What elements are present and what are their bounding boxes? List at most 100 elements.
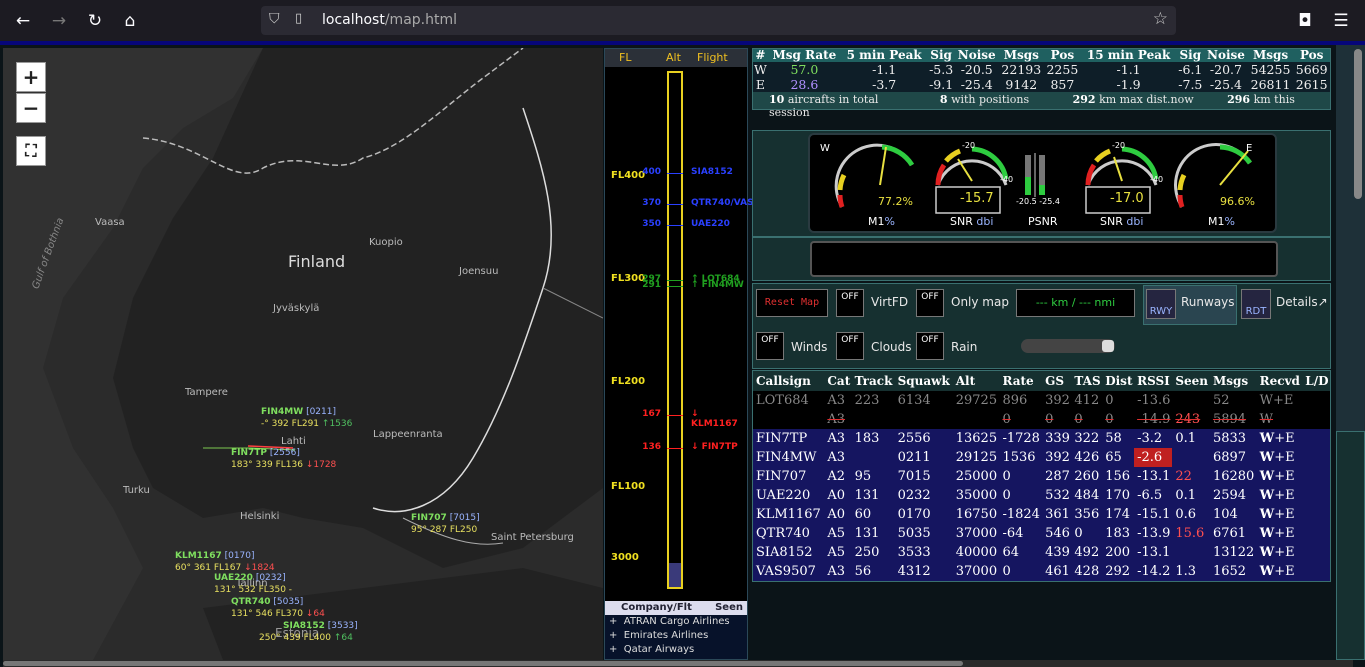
table-row[interactable]: LOT684 A3 223 6134 29725 896 392 412 0 -13.6 52 W+E xyxy=(753,391,1330,410)
right-panel: # Msg Rate 5 min Peak Sig Noise Msgs Pos 15 min… xyxy=(752,48,1331,119)
altitude-flight[interactable]: ↓ FIN7TP xyxy=(691,442,738,452)
table-cell: 0 xyxy=(999,410,1043,429)
only-map-toggle[interactable]: OFF xyxy=(916,289,944,317)
table-row[interactable]: FIN7TP A3 183 2556 13625 -1728 339 322 58 -3.2 0.1… xyxy=(753,429,1330,448)
table-cell: 392 xyxy=(1042,448,1072,467)
table-cell: A0 xyxy=(824,505,852,524)
table-cell: 1536 xyxy=(999,448,1043,467)
table-cell: 896 xyxy=(999,391,1043,410)
table-cell: 200 xyxy=(1102,543,1135,562)
table-cell: 0 xyxy=(1071,410,1103,429)
table-row[interactable]: A3 0 0 0 0 -14.9 243 5894 W xyxy=(753,410,1330,429)
table-row[interactable]: FIN4MW A3 0211 29125 1536 392 426 65 -2.6 6897 W+E xyxy=(753,448,1330,467)
zoom-in-button[interactable]: + xyxy=(16,62,46,92)
table-cell: 243 xyxy=(1172,410,1210,429)
rdt-button[interactable]: RDT xyxy=(1241,289,1271,319)
aircraft-table-header[interactable]: TAS xyxy=(1071,371,1103,391)
aircraft-table-header[interactable]: Dist xyxy=(1102,371,1135,391)
winds-toggle[interactable]: OFF xyxy=(756,332,784,360)
table-cell: 0 xyxy=(1071,524,1103,543)
altitude-flight[interactable]: ↓ KLM1167 xyxy=(691,409,747,429)
table-cell: -14.9 xyxy=(1134,410,1173,429)
table-cell: 35000 xyxy=(952,486,1000,505)
zoom-out-button[interactable]: − xyxy=(16,93,46,123)
stats-cell: -25.4 xyxy=(1209,77,1242,92)
rain-toggle[interactable]: OFF xyxy=(916,332,944,360)
altitude-flight[interactable]: SIA8152 xyxy=(691,167,733,177)
altitude-tick xyxy=(667,280,683,282)
reload-icon[interactable]: ↻ xyxy=(82,8,108,34)
company-row[interactable]: + ATRAN Cargo Airlines xyxy=(605,615,747,629)
table-cell: 260 xyxy=(1071,467,1103,486)
aircraft-label[interactable]: QTR740 [5035] 131° 546 FL370 ↓64 xyxy=(231,596,325,620)
psnr-values: -20.5 -25.4 xyxy=(1016,197,1060,206)
table-row[interactable]: VAS9507 A3 56 4312 37000 0 461 428 292 -14.2 1.3 16… xyxy=(753,562,1330,581)
rain-slider[interactable] xyxy=(1021,339,1115,353)
back-icon[interactable]: ← xyxy=(10,8,36,34)
table-cell: -2.6 xyxy=(1134,448,1173,467)
aircraft-table-header[interactable]: Squawk xyxy=(894,371,953,391)
pocket-icon[interactable]: ◘ xyxy=(1292,8,1318,34)
bookmark-star-icon[interactable]: ☆ xyxy=(1153,9,1168,29)
table-cell: -13.1 xyxy=(1134,467,1173,486)
table-cell xyxy=(1172,543,1210,562)
aircraft-table-header[interactable]: RSSI xyxy=(1134,371,1173,391)
signal-meters: W E 77.2% 96.6% M1% M1% -15.7 -17.0 SNR … xyxy=(808,133,1277,233)
table-row[interactable]: UAE220 A0 131 0232 35000 0 532 484 170 -6.5 0.1 259… xyxy=(753,486,1330,505)
aircraft-table-header[interactable]: Msgs xyxy=(1209,371,1257,391)
rwy-button[interactable]: RWY xyxy=(1146,289,1176,319)
aircraft-table-header[interactable]: Seen xyxy=(1172,371,1210,391)
altitude-flight[interactable]: UAE220 xyxy=(691,219,730,229)
aircraft-label[interactable]: SIA8152 [3533] 250° 439 FL400 ↑64 xyxy=(259,620,358,644)
table-cell: 183 xyxy=(851,429,895,448)
reset-map-button[interactable]: Reset Map xyxy=(756,289,828,317)
table-row[interactable]: SIA8152 A5 250 3533 40000 64 439 492 200 -13.1 131… xyxy=(753,543,1330,562)
aircraft-label[interactable]: KLM1167 [0170] 60° 361 FL167 ↓1824 xyxy=(175,550,275,574)
country-label: Finland xyxy=(288,252,346,271)
table-cell: 461 xyxy=(1042,562,1072,581)
clouds-toggle[interactable]: OFF xyxy=(836,332,864,360)
table-cell xyxy=(1302,524,1330,543)
rain-slider-thumb[interactable] xyxy=(1102,340,1114,352)
stats-cell: 5669 xyxy=(1295,62,1328,77)
company-row[interactable]: + Emirates Airlines xyxy=(605,629,747,643)
aircraft-table-header[interactable]: GS xyxy=(1042,371,1072,391)
table-row[interactable]: QTR740 A5 131 5035 37000 -64 546 0 183 -13.9 15.6 6… xyxy=(753,524,1330,543)
table-cell: VAS9507 xyxy=(753,562,825,581)
aircraft-label[interactable]: FIN7TP [2556] 183° 339 FL136 ↓1728 xyxy=(231,447,336,471)
aircraft-table-header[interactable]: Recvd xyxy=(1256,371,1303,391)
menu-icon[interactable]: ☰ xyxy=(1328,8,1354,34)
stats-header: 15 min Peak xyxy=(1080,49,1177,62)
aircraft-table-header[interactable]: Track xyxy=(851,371,895,391)
fullscreen-icon[interactable]: ⛶ xyxy=(16,136,46,166)
aircraft-label[interactable]: FIN707 [7015] 95° 287 FL250 xyxy=(411,512,480,536)
horizontal-scrollbar[interactable] xyxy=(3,660,1353,667)
aircraft-label[interactable]: UAE220 [0232] 131° 532 FL350 - xyxy=(214,572,292,596)
aircraft-table-header[interactable]: Callsign xyxy=(753,371,825,391)
aircraft-table-header[interactable]: Alt xyxy=(952,371,1000,391)
aircraft-table-header[interactable]: Rate xyxy=(999,371,1043,391)
table-cell: 13625 xyxy=(952,429,1000,448)
company-row[interactable]: + Qatar Airways xyxy=(605,643,747,657)
stats-cell: -3.7 xyxy=(872,77,897,92)
table-cell: 58 xyxy=(1102,429,1135,448)
table-cell: -1728 xyxy=(999,429,1043,448)
url-bar[interactable]: ⛉ ▯ localhost/map.html ☆ xyxy=(261,6,1176,35)
map[interactable]: + − ⛶ Gulf of Bothnia Finland Estonia Va… xyxy=(3,48,603,660)
table-row[interactable]: KLM1167 A0 60 0170 16750 -1824 361 356 174 -15.1 0… xyxy=(753,505,1330,524)
aircraft-label[interactable]: FIN4MW [0211] -° 392 FL291 ↑1536 xyxy=(261,406,352,430)
aircraft-table-header[interactable]: L/D xyxy=(1302,371,1330,391)
scrollbar-thumb[interactable] xyxy=(1354,49,1362,199)
home-icon[interactable]: ⌂ xyxy=(117,8,143,34)
side-scrollbar[interactable] xyxy=(1336,45,1365,660)
forward-icon[interactable]: → xyxy=(46,8,72,34)
aircraft-table-header[interactable]: Cat xyxy=(824,371,852,391)
hscroll-thumb[interactable] xyxy=(3,661,963,666)
table-row[interactable]: FIN707 A2 95 7015 25000 0 287 260 156 -13.1 22 1628… xyxy=(753,467,1330,486)
details-link[interactable]: Details↗ xyxy=(1276,295,1328,309)
table-cell xyxy=(1302,562,1330,581)
altitude-tick xyxy=(667,415,683,417)
table-cell: W+E xyxy=(1256,505,1303,524)
virtfd-toggle[interactable]: OFF xyxy=(836,289,864,317)
altitude-flight[interactable]: ↑ FIN4MW xyxy=(691,280,744,290)
